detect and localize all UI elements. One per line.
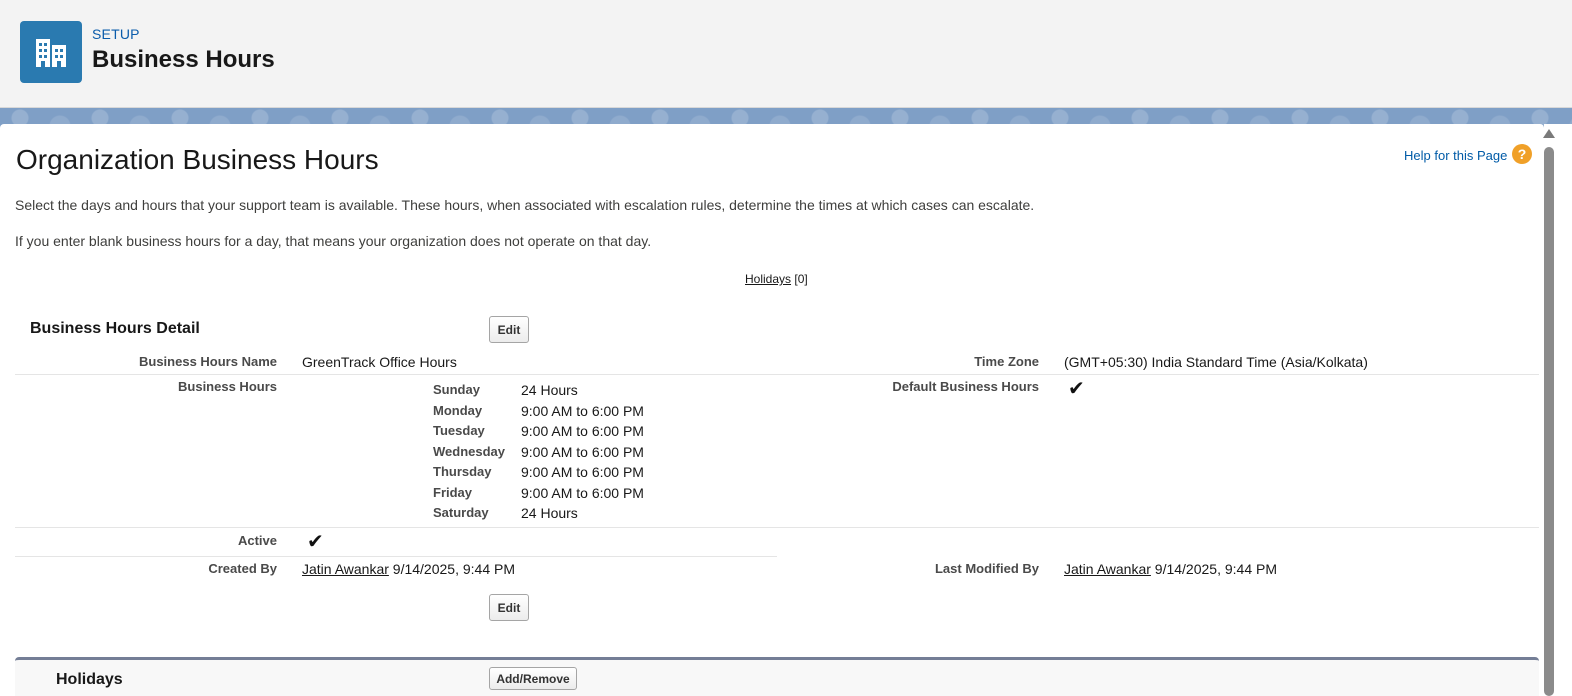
modified-date: 9/14/2025, 9:44 PM — [1154, 561, 1277, 577]
org-business-hours-title: Organization Business Hours — [16, 144, 379, 175]
business-hours-name-value: GreenTrack Office Hours — [302, 354, 457, 370]
default-business-hours-label: Default Business Hours — [892, 379, 1039, 394]
created-by-user-link[interactable]: Jatin Awankar — [302, 561, 389, 577]
page-description-blank-hours: If you enter blank business hours for a … — [15, 233, 652, 249]
created-date: 9/14/2025, 9:44 PM — [392, 561, 515, 577]
day-hours: 24 Hours — [521, 382, 578, 398]
day-hours: 9:00 AM to 6:00 PM — [521, 403, 644, 419]
holidays-link[interactable]: Holidays — [745, 272, 791, 286]
row-divider — [15, 556, 777, 557]
day-label: Friday — [433, 485, 473, 500]
day-label: Monday — [433, 403, 483, 418]
edit-button-bottom[interactable]: Edit — [489, 594, 529, 621]
day-label: Wednesday — [433, 444, 506, 459]
business-hours-detail-title: Business Hours Detail — [30, 320, 200, 337]
day-label: Tuesday — [433, 423, 485, 438]
row-divider — [15, 374, 1539, 375]
day-hours: 9:00 AM to 6:00 PM — [521, 464, 644, 480]
last-modified-by-value: Jatin Awankar 9/14/2025, 9:44 PM — [1064, 561, 1277, 577]
page-description: Select the days and hours that your supp… — [15, 197, 1035, 213]
day-label: Sunday — [433, 382, 480, 397]
day-hours: 9:00 AM to 6:00 PM — [521, 423, 644, 439]
last-modified-by-label: Last Modified By — [934, 561, 1039, 576]
breadcrumb-setup: SETUP — [92, 26, 140, 42]
help-for-this-page-link[interactable]: Help for this Page — [1404, 148, 1507, 163]
holidays-related-list — [15, 657, 1539, 696]
modified-by-user-link[interactable]: Jatin Awankar — [1064, 561, 1151, 577]
day-hours: 9:00 AM to 6:00 PM — [521, 485, 644, 501]
day-hours: 24 Hours — [521, 505, 578, 521]
help-icon[interactable]: ? — [1512, 144, 1532, 164]
default-business-hours-checkmark-icon: ✔ — [1068, 378, 1085, 400]
building-icon — [20, 21, 82, 83]
edit-button-top[interactable]: Edit — [489, 316, 529, 343]
page-header: SETUP Business Hours — [0, 0, 1572, 108]
row-divider — [15, 527, 1539, 528]
business-hours-name-label: Business Hours Name — [139, 354, 277, 369]
active-label: Active — [237, 533, 277, 548]
day-label: Thursday — [433, 464, 492, 479]
day-hours: 9:00 AM to 6:00 PM — [521, 444, 644, 460]
active-checkmark-icon: ✔ — [307, 531, 324, 553]
holidays-count: [0] — [794, 272, 808, 286]
time-zone-label: Time Zone — [974, 354, 1039, 369]
holidays-related-link[interactable]: Holidays [0] — [745, 272, 808, 286]
page-title: Business Hours — [92, 46, 275, 73]
created-by-value: Jatin Awankar 9/14/2025, 9:44 PM — [302, 561, 515, 577]
scrollbar-thumb[interactable] — [1544, 147, 1554, 696]
day-label: Saturday — [433, 505, 489, 520]
created-by-label: Created By — [208, 561, 277, 576]
business-hours-label: Business Hours — [178, 379, 277, 394]
scroll-up-arrow-icon[interactable] — [1543, 129, 1555, 138]
holidays-section-title: Holidays — [56, 671, 123, 688]
add-remove-button[interactable]: Add/Remove — [489, 667, 577, 690]
time-zone-value: (GMT+05:30) India Standard Time (Asia/Ko… — [1064, 354, 1368, 370]
